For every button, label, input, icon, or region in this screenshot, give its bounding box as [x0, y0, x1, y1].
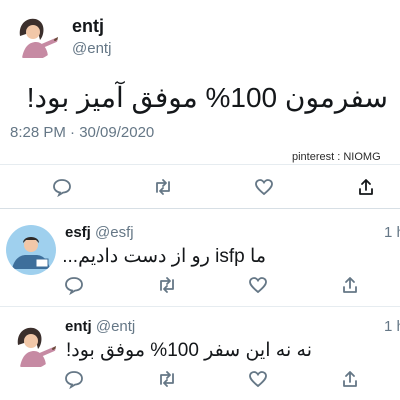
- reply-1-retweet-icon[interactable]: [156, 275, 178, 295]
- reply-2-like-icon[interactable]: [248, 369, 268, 389]
- main-tweet-timestamp[interactable]: 8:28 PM · 30/09/2020: [10, 124, 154, 141]
- reply-1-time[interactable]: 1 h: [384, 224, 400, 241]
- avatar-entj-reply[interactable]: [6, 319, 56, 369]
- share-icon[interactable]: [356, 177, 376, 197]
- main-author-handle[interactable]: @entj: [72, 40, 111, 57]
- reply-1-share-icon[interactable]: [340, 275, 360, 295]
- main-tweet-text: سفرمون 100% موفق آمیز بود!: [26, 82, 388, 113]
- reply-1-header: esfj @esfj: [65, 224, 134, 241]
- reply-1-reply-icon[interactable]: [64, 275, 84, 295]
- reply-1-text: ما isfp رو از دست دادیم...: [62, 246, 266, 267]
- reply-2-time[interactable]: 1 h: [384, 318, 400, 335]
- reply-2-retweet-icon[interactable]: [156, 369, 178, 389]
- reply-2-author-handle[interactable]: @entj: [96, 318, 135, 335]
- reply-icon[interactable]: [52, 177, 72, 197]
- main-divider-bottom: [0, 208, 400, 209]
- reply-2-share-icon[interactable]: [340, 369, 360, 389]
- retweet-icon[interactable]: [152, 177, 174, 197]
- watermark: pinterest : NIOMG: [292, 151, 381, 163]
- avatar-entj[interactable]: [8, 10, 58, 60]
- reply-1-author-name[interactable]: esfj: [65, 224, 91, 241]
- reply-2-text: نه نه این سفر 100% موفق بود!: [65, 340, 312, 361]
- like-icon[interactable]: [254, 177, 274, 197]
- reply-1-author-handle[interactable]: @esfj: [95, 224, 134, 241]
- reply-1-like-icon[interactable]: [248, 275, 268, 295]
- reply-1-divider: [0, 306, 400, 307]
- avatar-esfj[interactable]: [6, 225, 56, 275]
- reply-2-reply-icon[interactable]: [64, 369, 84, 389]
- main-author-name[interactable]: entj: [72, 16, 104, 37]
- reply-2-author-name[interactable]: entj: [65, 318, 92, 335]
- reply-2-header: entj @entj: [65, 318, 135, 335]
- main-divider-top: [0, 164, 400, 165]
